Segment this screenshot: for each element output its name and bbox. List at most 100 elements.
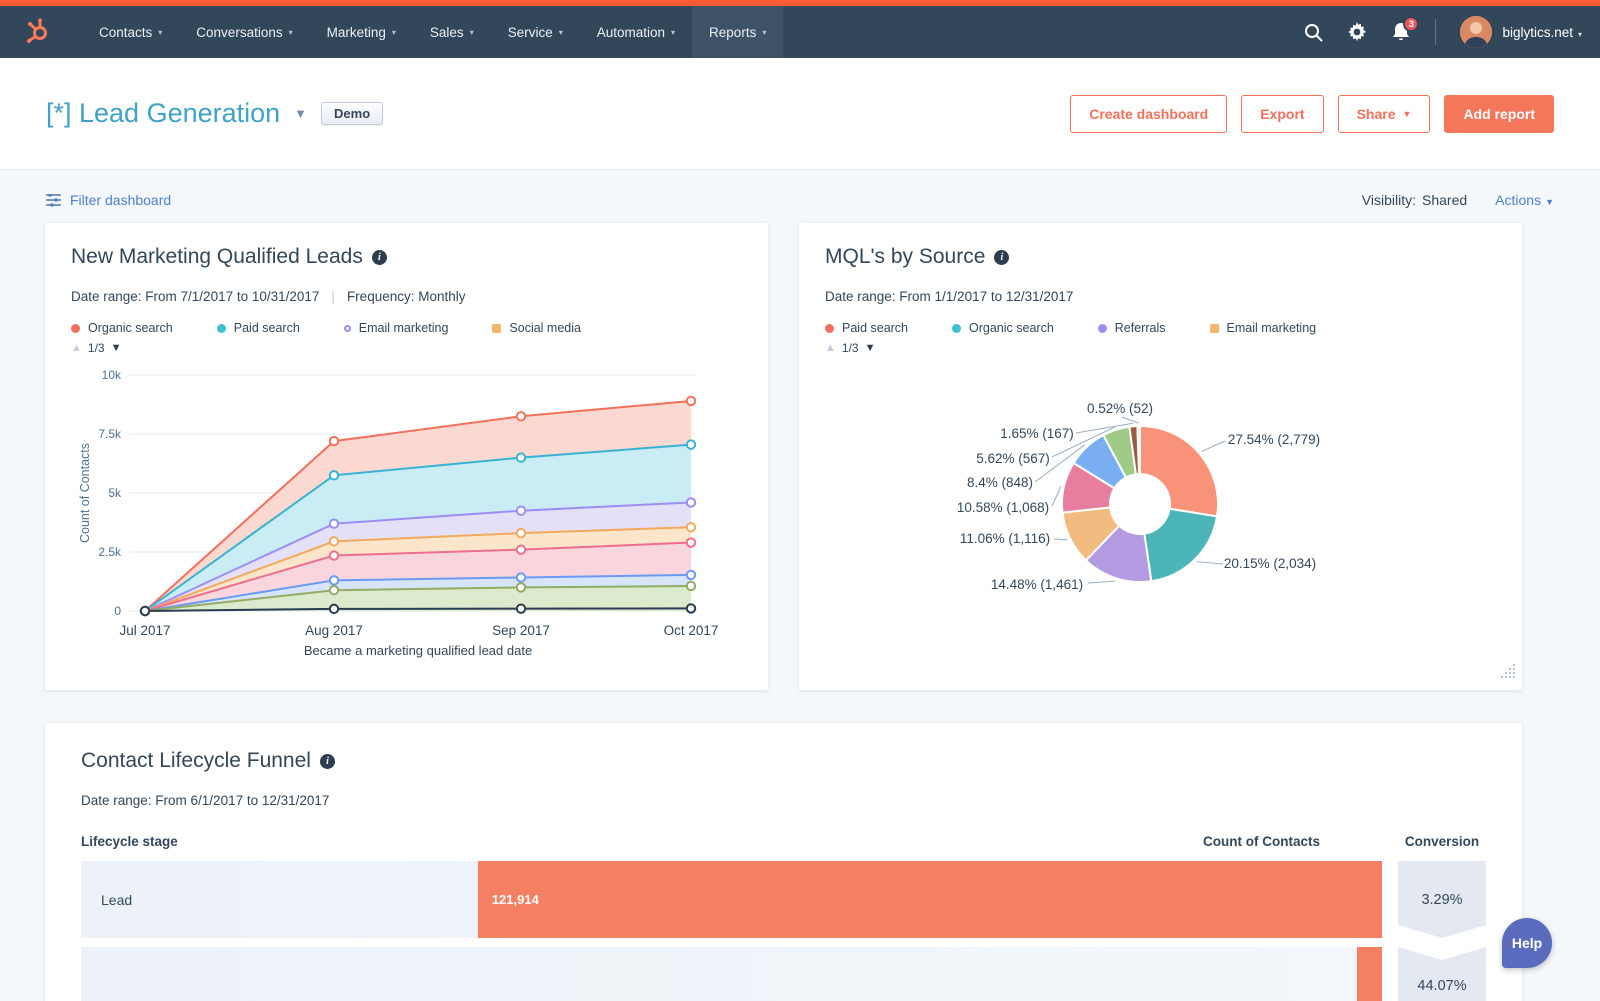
legend-marker [492,324,501,333]
svg-text:11.06% (1,116): 11.06% (1,116) [960,531,1050,546]
nav-item-marketing[interactable]: Marketing▾ [310,6,413,58]
card-title: New Marketing Qualified Leads i [71,245,742,269]
legend-next-icon[interactable]: ▼ [111,342,122,354]
legend-marker [1210,324,1219,333]
svg-text:Count of Contacts: Count of Contacts [78,443,92,543]
svg-text:2.5k: 2.5k [98,545,122,559]
dashboard-toolbar: Filter dashboard Visibility:Shared Actio… [0,170,1600,208]
date-range: Date range: From 6/1/2017 to 12/31/2017 [81,793,1486,808]
search-icon[interactable] [1303,22,1323,42]
help-button[interactable]: Help [1502,918,1552,968]
svg-text:8.4% (848): 8.4% (848) [967,475,1033,490]
filter-icon [46,194,61,207]
donut-chart: 27.54% (2,779) 20.15% (2,034) 14.48% (1,46… [825,357,1496,647]
legend-item-paid-search[interactable]: Paid search [217,321,300,335]
legend-label: Paid search [234,321,300,335]
svg-text:Sep 2017: Sep 2017 [492,623,550,638]
legend-item-email-marketing[interactable]: Email marketing [1210,321,1317,335]
stage-label: Lead [101,892,132,908]
nav-item-conversations[interactable]: Conversations▾ [179,6,309,58]
notifications-bell-icon[interactable]: 3 [1391,22,1411,42]
legend-marker [71,324,80,333]
funnel-bar[interactable] [1357,947,1382,1001]
svg-text:7.5k: 7.5k [98,427,122,441]
legend-label: Social media [509,321,581,335]
svg-text:Jul 2017: Jul 2017 [119,623,170,638]
legend-item-social-media[interactable]: Social media [492,321,581,335]
user-avatar [1460,16,1492,48]
settings-gear-icon[interactable] [1347,22,1367,42]
nav-item-service[interactable]: Service▾ [491,6,580,58]
chart-legend: Organic search Paid search Email marketing… [71,321,742,335]
nav-item-automation[interactable]: Automation▾ [580,6,692,58]
resize-handle[interactable] [1500,663,1516,684]
export-button[interactable]: Export [1241,95,1323,133]
info-icon[interactable]: i [994,250,1009,265]
legend-label: Email marketing [1227,321,1317,335]
top-navbar: Contacts▾Conversations▾Marketing▾Sales▾S… [0,6,1600,58]
card-new-mql: New Marketing Qualified Leads i Date ran… [45,223,768,690]
legend-next-icon[interactable]: ▼ [865,342,876,354]
info-icon[interactable]: i [320,754,335,769]
svg-text:0.52% (52): 0.52% (52) [1087,401,1153,416]
area-chart: 02.5k5k7.5k10kJul 2017Aug 2017Sep 2017Oc… [71,357,742,664]
funnel-band: Lead 121,914 [81,861,1382,938]
create-dashboard-button[interactable]: Create dashboard [1070,95,1227,133]
svg-text:5k: 5k [108,486,122,500]
legend-item-organic-search[interactable]: Organic search [952,321,1054,335]
nav-item-reports[interactable]: Reports▾ [692,6,783,58]
nav-item-contacts[interactable]: Contacts▾ [82,6,179,58]
legend-pager: ▲ 1/3 ▼ [71,341,742,355]
legend-label: Referrals [1115,321,1166,335]
info-icon[interactable]: i [372,250,387,265]
legend-label: Paid search [842,321,908,335]
nav-menu: Contacts▾Conversations▾Marketing▾Sales▾S… [82,6,783,58]
dashboard-switcher-caret[interactable]: ▼ [294,106,307,121]
legend-marker [217,324,226,333]
filter-dashboard-link[interactable]: Filter dashboard [46,192,171,208]
visibility-status: Visibility:Shared [1362,192,1467,208]
page-title: [*] Lead Generation [46,98,280,129]
card-title: MQL's by Source i [825,245,1496,269]
svg-text:10k: 10k [102,368,122,382]
svg-text:Oct 2017: Oct 2017 [664,623,719,638]
legend-marker [825,324,834,333]
conversion-cell: 3.29% [1398,861,1486,938]
svg-text:14.48% (1,461): 14.48% (1,461) [991,577,1083,592]
legend-item-email-marketing[interactable]: Email marketing [344,321,449,335]
legend-item-organic-search[interactable]: Organic search [71,321,173,335]
dashboard-header: [*] Lead Generation ▼ Demo Create dashbo… [0,58,1600,170]
card-title: Contact Lifecycle Funnel i [81,749,1486,773]
svg-text:Became a marketing qualified l: Became a marketing qualified lead date [304,643,532,658]
legend-item-referrals[interactable]: Referrals [1098,321,1166,335]
conversion-cell: 44.07% [1398,947,1486,1001]
funnel-row: 44.07% [81,947,1486,1001]
hubspot-logo-icon[interactable] [24,6,54,58]
legend-label: Organic search [88,321,173,335]
funnel-column-headers: Lifecycle stage Count of Contacts Conver… [81,834,1486,849]
svg-text:20.15% (2,034): 20.15% (2,034) [1224,556,1316,571]
actions-menu[interactable]: Actions▼ [1495,192,1554,208]
legend-prev-icon[interactable]: ▲ [825,342,836,354]
legend-marker [344,325,351,332]
svg-text:10.58% (1,068): 10.58% (1,068) [957,500,1049,515]
account-name: biglytics.net▾ [1502,25,1582,40]
share-button[interactable]: Share▼ [1338,95,1431,133]
card-contact-lifecycle-funnel: Contact Lifecycle Funnel i Date range: F… [45,723,1522,1001]
svg-text:27.54% (2,779): 27.54% (2,779) [1228,432,1320,447]
legend-item-paid-search[interactable]: Paid search [825,321,908,335]
svg-text:1.65% (167): 1.65% (167) [1000,426,1074,441]
add-report-button[interactable]: Add report [1444,95,1554,133]
account-menu[interactable]: biglytics.net▾ [1460,16,1582,48]
svg-text:5.62% (567): 5.62% (567) [976,451,1050,466]
chart-legend: Paid search Organic search Referrals Email … [825,321,1496,335]
funnel-rows: Lead 121,9143.29% 44.07% [81,861,1486,1001]
date-range: Date range: From 7/1/2017 to 10/31/2017 … [71,289,742,304]
svg-text:0: 0 [114,604,121,618]
legend-label: Organic search [969,321,1054,335]
legend-prev-icon[interactable]: ▲ [71,342,82,354]
date-range: Date range: From 1/1/2017 to 12/31/2017 [825,289,1496,304]
funnel-bar[interactable]: 121,914 [478,861,1382,938]
nav-item-sales[interactable]: Sales▾ [413,6,491,58]
nav-divider [1435,19,1436,45]
